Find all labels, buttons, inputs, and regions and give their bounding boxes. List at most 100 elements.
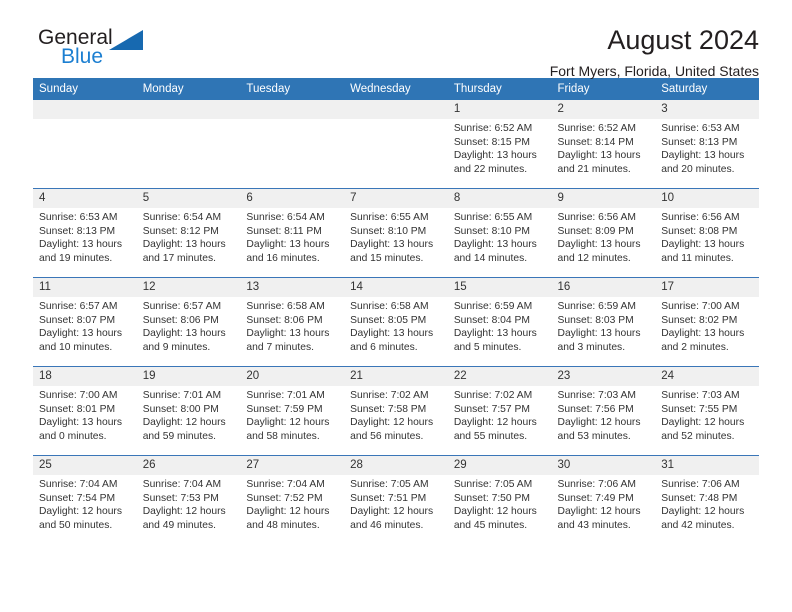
daylight-text: Daylight: 13 hours and 0 minutes. <box>39 417 122 442</box>
calendar-day-cell[interactable]: 29 Sunrise: 7:05 AM Sunset: 7:50 PM Dayligh… <box>447 455 552 544</box>
sunrise-text: Sunrise: 7:03 AM <box>661 390 740 401</box>
calendar-day-cell[interactable]: 13 Sunrise: 6:58 AM Sunset: 8:06 PM Dayligh… <box>240 277 345 367</box>
calendar-day-cell[interactable]: 31 Sunrise: 7:06 AM Sunset: 7:48 PM Dayligh… <box>655 455 759 544</box>
day-details: Sunrise: 6:59 AM Sunset: 8:04 PM Daylight:… <box>448 297 552 354</box>
calendar-week-row: 4 Sunrise: 6:53 AM Sunset: 8:13 PM Daylight… <box>33 188 759 278</box>
day-number: 6 <box>240 189 345 208</box>
sunrise-text: Sunrise: 7:00 AM <box>39 390 118 401</box>
calendar-day-cell[interactable]: 19 Sunrise: 7:01 AM Sunset: 8:00 PM Dayligh… <box>136 366 241 456</box>
calendar-day-cell[interactable]: 12 Sunrise: 6:57 AM Sunset: 8:06 PM Dayligh… <box>136 277 241 367</box>
general-blue-logo[interactable]: General Blue <box>38 26 158 74</box>
daylight-text: Daylight: 12 hours and 52 minutes. <box>661 417 745 442</box>
calendar-day-cell[interactable]: 23 Sunrise: 7:03 AM Sunset: 7:56 PM Dayligh… <box>551 366 656 456</box>
sunset-text: Sunset: 8:14 PM <box>557 136 634 148</box>
sunset-text: Sunset: 7:57 PM <box>453 403 530 415</box>
sunset-text: Sunset: 8:11 PM <box>246 225 322 237</box>
daylight-text: Daylight: 12 hours and 56 minutes. <box>350 417 434 442</box>
calendar-day-cell[interactable]: 11 Sunrise: 6:57 AM Sunset: 8:07 PM Dayligh… <box>33 277 137 367</box>
calendar-day-cell[interactable]: 8 Sunrise: 6:55 AM Sunset: 8:10 PM Daylight… <box>447 188 552 278</box>
calendar-day-cell[interactable]: 26 Sunrise: 7:04 AM Sunset: 7:53 PM Dayligh… <box>136 455 241 544</box>
daylight-text: Daylight: 12 hours and 43 minutes. <box>557 506 641 531</box>
sunrise-text: Sunrise: 7:05 AM <box>453 479 533 490</box>
sunrise-text: Sunrise: 6:58 AM <box>246 301 325 312</box>
sunrise-text: Sunrise: 7:00 AM <box>661 301 740 312</box>
weekday-header-thursday: Thursday <box>447 78 552 100</box>
sunset-text: Sunset: 8:00 PM <box>142 403 219 415</box>
calendar-day-cell[interactable]: 14 Sunrise: 6:58 AM Sunset: 8:05 PM Dayligh… <box>344 277 448 367</box>
calendar-day-cell[interactable]: 3 Sunrise: 6:53 AM Sunset: 8:13 PM Daylight… <box>655 100 759 189</box>
day-details: Sunrise: 7:03 AM Sunset: 7:56 PM Daylight:… <box>552 386 656 443</box>
day-details: Sunrise: 6:52 AM Sunset: 8:15 PM Daylight:… <box>448 119 552 176</box>
day-number: 10 <box>655 189 759 208</box>
day-number: 13 <box>240 278 345 297</box>
daylight-text: Daylight: 12 hours and 49 minutes. <box>142 506 226 531</box>
calendar-day-cell-empty <box>240 100 345 189</box>
calendar-day-cell[interactable]: 6 Sunrise: 6:54 AM Sunset: 8:11 PM Daylight… <box>240 188 345 278</box>
sunrise-text: Sunrise: 6:56 AM <box>557 212 636 223</box>
day-number: 27 <box>240 456 345 475</box>
page-title: August 2024 <box>607 25 759 55</box>
daylight-text: Daylight: 13 hours and 21 minutes. <box>557 150 641 175</box>
calendar-day-cell[interactable]: 15 Sunrise: 6:59 AM Sunset: 8:04 PM Dayligh… <box>447 277 552 367</box>
weekday-header: Sunday Monday Tuesday Wednesday Thursday Frid… <box>33 78 759 100</box>
sunrise-text: Sunrise: 6:57 AM <box>142 301 222 312</box>
logo-text-blue: Blue <box>61 45 104 68</box>
calendar-day-cell[interactable]: 28 Sunrise: 7:05 AM Sunset: 7:51 PM Dayligh… <box>344 455 448 544</box>
sunrise-text: Sunrise: 7:01 AM <box>142 390 222 401</box>
calendar-day-cell[interactable]: 22 Sunrise: 7:02 AM Sunset: 7:57 PM Dayligh… <box>447 366 552 456</box>
daylight-text: Daylight: 13 hours and 12 minutes. <box>557 239 641 264</box>
daylight-text: Daylight: 13 hours and 14 minutes. <box>453 239 537 264</box>
calendar-week-row: 18 Sunrise: 7:00 AM Sunset: 8:01 PM Dayligh… <box>33 366 759 456</box>
sunrise-text: Sunrise: 6:54 AM <box>246 212 325 223</box>
sunset-text: Sunset: 7:58 PM <box>350 403 427 415</box>
day-details: Sunrise: 7:02 AM Sunset: 7:57 PM Daylight:… <box>448 386 552 443</box>
daylight-text: Daylight: 13 hours and 20 minutes. <box>661 150 745 175</box>
calendar-day-cell[interactable]: 18 Sunrise: 7:00 AM Sunset: 8:01 PM Dayligh… <box>33 366 137 456</box>
daylight-text: Daylight: 12 hours and 48 minutes. <box>246 506 330 531</box>
daylight-text: Daylight: 12 hours and 59 minutes. <box>142 417 226 442</box>
day-number <box>33 100 137 119</box>
day-details: Sunrise: 7:06 AM Sunset: 7:48 PM Daylight:… <box>655 475 759 532</box>
day-number: 12 <box>136 278 241 297</box>
weekday-header-saturday: Saturday <box>655 78 759 100</box>
sunset-text: Sunset: 8:15 PM <box>453 136 530 148</box>
sunrise-text: Sunrise: 6:52 AM <box>557 123 636 134</box>
calendar-day-cell[interactable]: 17 Sunrise: 7:00 AM Sunset: 8:02 PM Dayligh… <box>655 277 759 367</box>
triangle-icon <box>109 30 143 50</box>
sunset-text: Sunset: 8:10 PM <box>350 225 427 237</box>
calendar-day-cell[interactable]: 10 Sunrise: 6:56 AM Sunset: 8:08 PM Dayligh… <box>655 188 759 278</box>
calendar-day-cell[interactable]: 25 Sunrise: 7:04 AM Sunset: 7:54 PM Dayligh… <box>33 455 137 544</box>
calendar-day-cell[interactable]: 21 Sunrise: 7:02 AM Sunset: 7:58 PM Dayligh… <box>344 366 448 456</box>
calendar-page: General Blue August 2024 Fort Myers, Flo… <box>0 0 792 612</box>
day-details: Sunrise: 7:06 AM Sunset: 7:49 PM Daylight:… <box>552 475 656 532</box>
calendar-day-cell[interactable]: 1 Sunrise: 6:52 AM Sunset: 8:15 PM Daylight… <box>447 100 552 189</box>
calendar-day-cell[interactable]: 7 Sunrise: 6:55 AM Sunset: 8:10 PM Daylight… <box>344 188 448 278</box>
day-details: Sunrise: 7:00 AM Sunset: 8:02 PM Daylight:… <box>655 297 759 354</box>
calendar-day-cell[interactable]: 9 Sunrise: 6:56 AM Sunset: 8:09 PM Daylight… <box>551 188 656 278</box>
title-block: August 2024 Fort Myers, Florida, United … <box>550 25 759 80</box>
sunset-text: Sunset: 7:56 PM <box>557 403 634 415</box>
calendar-day-cell[interactable]: 4 Sunrise: 6:53 AM Sunset: 8:13 PM Daylight… <box>33 188 137 278</box>
calendar-day-cell[interactable]: 24 Sunrise: 7:03 AM Sunset: 7:55 PM Dayligh… <box>655 366 759 456</box>
day-number <box>240 100 345 119</box>
calendar-day-cell[interactable]: 5 Sunrise: 6:54 AM Sunset: 8:12 PM Daylight… <box>136 188 241 278</box>
sunset-text: Sunset: 8:04 PM <box>453 314 530 326</box>
day-number: 20 <box>240 367 345 386</box>
day-number: 19 <box>136 367 241 386</box>
daylight-text: Daylight: 13 hours and 16 minutes. <box>246 239 330 264</box>
day-number: 3 <box>655 100 759 119</box>
day-number: 29 <box>447 456 552 475</box>
page-header: General Blue August 2024 Fort Myers, Flo… <box>33 0 759 80</box>
day-details: Sunrise: 7:00 AM Sunset: 8:01 PM Daylight:… <box>33 386 137 443</box>
weekday-header-sunday: Sunday <box>33 78 137 100</box>
sunrise-text: Sunrise: 6:59 AM <box>453 301 533 312</box>
calendar-day-cell[interactable]: 27 Sunrise: 7:04 AM Sunset: 7:52 PM Dayligh… <box>240 455 345 544</box>
sunrise-text: Sunrise: 7:03 AM <box>557 390 636 401</box>
day-number: 21 <box>344 367 448 386</box>
calendar-day-cell[interactable]: 2 Sunrise: 6:52 AM Sunset: 8:14 PM Daylight… <box>551 100 656 189</box>
calendar-day-cell[interactable]: 20 Sunrise: 7:01 AM Sunset: 7:59 PM Dayligh… <box>240 366 345 456</box>
day-details: Sunrise: 7:01 AM Sunset: 8:00 PM Daylight:… <box>137 386 241 443</box>
sunrise-text: Sunrise: 6:55 AM <box>350 212 429 223</box>
calendar-day-cell[interactable]: 30 Sunrise: 7:06 AM Sunset: 7:49 PM Dayligh… <box>551 455 656 544</box>
calendar-day-cell[interactable]: 16 Sunrise: 6:59 AM Sunset: 8:03 PM Dayligh… <box>551 277 656 367</box>
